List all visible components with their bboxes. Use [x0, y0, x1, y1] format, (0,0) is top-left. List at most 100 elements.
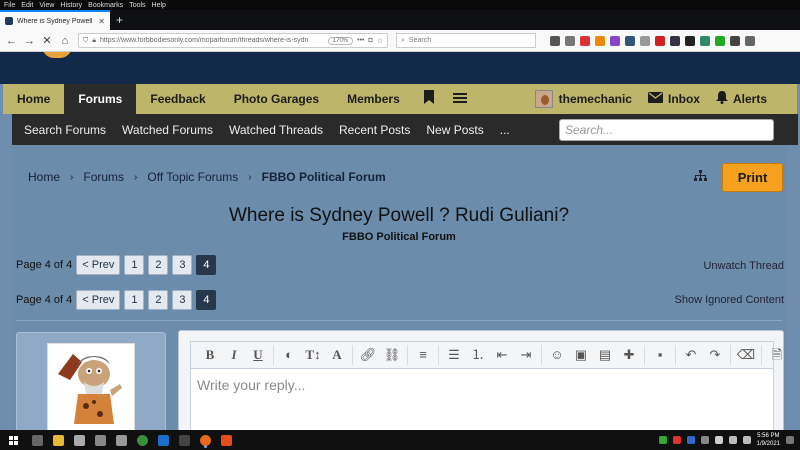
firefox-icon[interactable]: [200, 434, 211, 446]
redo-icon[interactable]: ↷: [705, 346, 725, 364]
sidebar-icon[interactable]: [565, 35, 575, 46]
app-icon-2[interactable]: [95, 434, 106, 446]
subnav-recent-posts[interactable]: Recent Posts: [331, 123, 418, 137]
save-draft-icon[interactable]: ▪: [650, 346, 670, 364]
forward-arrow-icon[interactable]: →: [24, 35, 35, 47]
site-logo[interactable]: [42, 52, 72, 58]
extension-navy-icon[interactable]: [670, 35, 680, 46]
align-icon[interactable]: ≡: [413, 346, 433, 364]
extension-square-icon[interactable]: [730, 35, 740, 46]
bullet-list-icon[interactable]: ☰: [444, 346, 464, 364]
menu-history[interactable]: History: [60, 2, 82, 9]
image-icon[interactable]: ▣: [571, 346, 591, 364]
stop-loading-icon[interactable]: ✕: [42, 34, 52, 47]
tray-icon-red[interactable]: [672, 436, 681, 444]
notification-icon[interactable]: [786, 436, 794, 444]
windows-start-button[interactable]: [0, 430, 26, 450]
new-tab-button[interactable]: +: [110, 10, 129, 30]
app-icon-3[interactable]: [116, 434, 127, 446]
nav-feedback[interactable]: Feedback: [136, 84, 219, 114]
alerts-link[interactable]: Alerts: [715, 91, 767, 107]
extension-red-icon[interactable]: [580, 35, 590, 46]
prev-page-button[interactable]: < Prev: [76, 290, 121, 310]
menu-tools[interactable]: Tools: [129, 2, 145, 9]
nav-forums[interactable]: Forums: [64, 84, 137, 114]
nav-photo-garages[interactable]: Photo Garages: [220, 84, 333, 114]
outdent-icon[interactable]: ⇤: [492, 346, 512, 364]
bold-icon[interactable]: B: [200, 346, 220, 364]
more-actions-icon[interactable]: •••: [357, 37, 364, 44]
chrome-icon[interactable]: [137, 434, 148, 446]
extension-orange-icon[interactable]: [595, 35, 605, 46]
tray-icon-blue[interactable]: [686, 436, 695, 444]
page-4-button[interactable]: 4: [196, 290, 217, 310]
page-4-button[interactable]: 4: [196, 255, 217, 275]
menu-help[interactable]: Help: [152, 2, 166, 9]
task-view-icon[interactable]: [32, 434, 43, 446]
page-2-button[interactable]: 2: [148, 290, 169, 310]
clear-formatting-icon[interactable]: ⌫: [736, 346, 756, 364]
subnav-more[interactable]: ...: [492, 123, 518, 137]
page-3-button[interactable]: 3: [172, 255, 193, 275]
reply-textarea[interactable]: Write your reply...: [190, 369, 774, 430]
insert-link-icon[interactable]: 🔗︎: [358, 346, 378, 364]
extension-purple-icon[interactable]: [610, 35, 620, 46]
back-arrow-icon[interactable]: ←: [6, 35, 17, 47]
volume-icon[interactable]: [742, 436, 751, 444]
subnav-watched-threads[interactable]: Watched Threads: [221, 123, 331, 137]
pocket-icon[interactable]: ◘: [368, 37, 372, 44]
page-3-button[interactable]: 3: [172, 290, 193, 310]
app-icon-4[interactable]: [179, 434, 190, 446]
smiley-icon[interactable]: ☺: [547, 346, 567, 364]
extension-teal-icon[interactable]: [700, 35, 710, 46]
prev-page-button[interactable]: < Prev: [76, 255, 121, 275]
file-explorer-icon[interactable]: [53, 434, 64, 446]
breadcrumb-home[interactable]: Home: [28, 170, 60, 184]
insert-more-icon[interactable]: ✚: [619, 346, 639, 364]
tray-icon-gray[interactable]: [700, 436, 709, 444]
extension-dark-icon[interactable]: [685, 35, 695, 46]
extension-check-icon[interactable]: [715, 35, 725, 46]
preview-icon[interactable]: 🗎: [767, 346, 787, 364]
app-icon-1[interactable]: [74, 434, 85, 446]
url-bar[interactable]: ⛉ 🔒︎ https://www.forbbodiesonly.com/mopa…: [78, 33, 388, 48]
menu-file[interactable]: File: [4, 2, 15, 9]
indent-icon[interactable]: ⇥: [516, 346, 536, 364]
bookmark-star-icon[interactable]: ☆: [377, 37, 383, 45]
nav-members[interactable]: Members: [333, 84, 414, 114]
wifi-icon[interactable]: [728, 436, 737, 444]
user-avatar[interactable]: [47, 343, 135, 430]
extension-blue-icon[interactable]: [625, 35, 635, 46]
page-1-button[interactable]: 1: [124, 290, 145, 310]
nav-home[interactable]: Home: [3, 84, 64, 114]
breadcrumb-forums[interactable]: Forums: [83, 170, 124, 184]
extension-gray-icon[interactable]: [640, 35, 650, 46]
extension-red2-icon[interactable]: [655, 35, 665, 46]
search-input[interactable]: Search...: [559, 119, 774, 141]
menu-view[interactable]: View: [39, 2, 54, 9]
page-2-button[interactable]: 2: [148, 255, 169, 275]
font-family-icon[interactable]: A: [327, 346, 347, 364]
font-size-icon[interactable]: T↕: [303, 346, 323, 364]
cloud-icon[interactable]: [714, 436, 723, 444]
subnav-new-posts[interactable]: New Posts: [418, 123, 491, 137]
show-ignored-content-link[interactable]: Show Ignored Content: [675, 294, 784, 306]
subnav-search-forums[interactable]: Search Forums: [12, 123, 114, 137]
home-icon[interactable]: ⌂: [60, 35, 70, 47]
hamburger-menu-icon[interactable]: [444, 84, 476, 114]
thread-forum-name[interactable]: FBBO Political Forum: [12, 231, 786, 243]
outlook-icon[interactable]: [158, 434, 169, 446]
clock[interactable]: 5:56 PM 1/9/2021: [757, 432, 780, 448]
menu-edit[interactable]: Edit: [21, 2, 33, 9]
search-box[interactable]: ⌕ Search: [396, 33, 536, 48]
text-color-icon[interactable]: ◐: [279, 346, 299, 364]
zoom-level[interactable]: 170%: [327, 36, 354, 45]
menu-bookmarks[interactable]: Bookmarks: [88, 2, 123, 9]
sitemap-icon[interactable]: [694, 170, 707, 184]
browser-tab[interactable]: Where is Sydney Powell ? Rudi G ✕: [0, 10, 110, 30]
bookmark-icon[interactable]: [414, 84, 444, 114]
brave-icon[interactable]: [221, 434, 232, 446]
print-button[interactable]: Print: [722, 163, 783, 192]
undo-icon[interactable]: ↶: [681, 346, 701, 364]
numbered-list-icon[interactable]: ⒈: [468, 346, 488, 364]
